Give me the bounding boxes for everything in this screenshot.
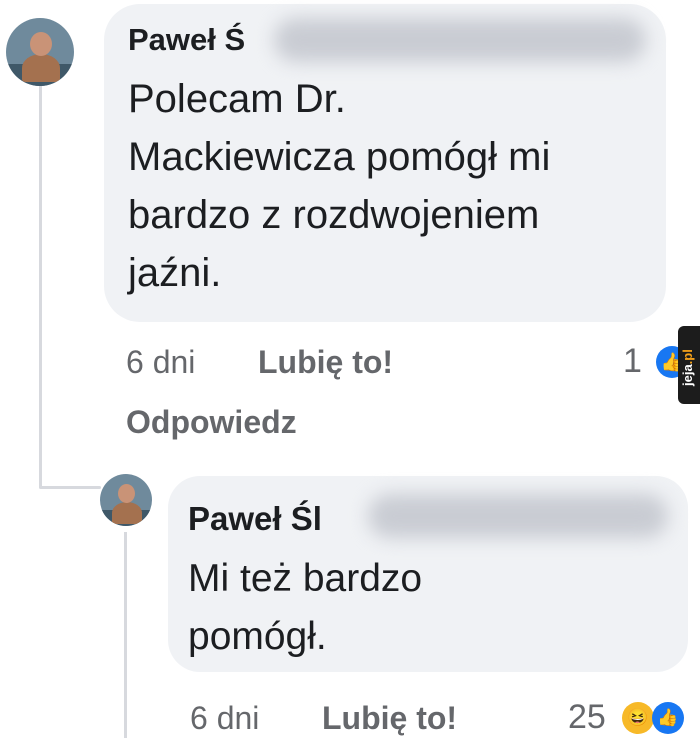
like-icon: 👍 (652, 702, 684, 734)
comment-text-line: Mackiewicza pomógł mi (128, 135, 551, 179)
reply-thread-line (124, 532, 127, 738)
name-redaction-blur (368, 494, 668, 538)
name-redaction-blur (274, 18, 646, 62)
comment-timestamp[interactable]: 6 dni (126, 344, 195, 381)
thread-line (39, 76, 42, 488)
reply-author[interactable]: Paweł Śl (188, 500, 322, 538)
thread-branch-line (39, 486, 101, 489)
comment-text-line: jaźni. (128, 251, 222, 295)
comment-text: Polecam Dr. Mackiewicza pomógł mi bardzo… (128, 70, 550, 302)
reaction-count[interactable]: 1 (623, 342, 642, 381)
reply-bubble: Paweł Śl Mi też bardzo pomógł. (168, 476, 688, 672)
comment-bubble: Paweł Ś Polecam Dr. Mackiewicza pomógł m… (104, 4, 666, 322)
reply-like-button[interactable]: Lubię to! (322, 700, 457, 737)
watermark-text: jeja.pl (680, 349, 695, 386)
reply-text-line: Mi też bardzo (188, 557, 423, 600)
like-button[interactable]: Lubię to! (258, 344, 393, 381)
reply-button[interactable]: Odpowiedz (126, 404, 297, 441)
haha-icon: 😆 (622, 702, 654, 734)
avatar[interactable] (6, 18, 74, 86)
reply-text-line: pomógł. (188, 615, 327, 658)
comment-author[interactable]: Paweł Ś (128, 22, 245, 58)
reply-reaction-count[interactable]: 25 (568, 698, 606, 737)
reply-timestamp[interactable]: 6 dni (190, 700, 259, 737)
comment-text-line: Polecam Dr. (128, 77, 346, 121)
site-watermark: jeja.pl (678, 326, 700, 404)
reply-avatar[interactable] (100, 474, 152, 526)
comment-text-line: bardzo z rozdwojeniem (128, 193, 540, 237)
reply-text: Mi też bardzo pomógł. (188, 550, 422, 666)
